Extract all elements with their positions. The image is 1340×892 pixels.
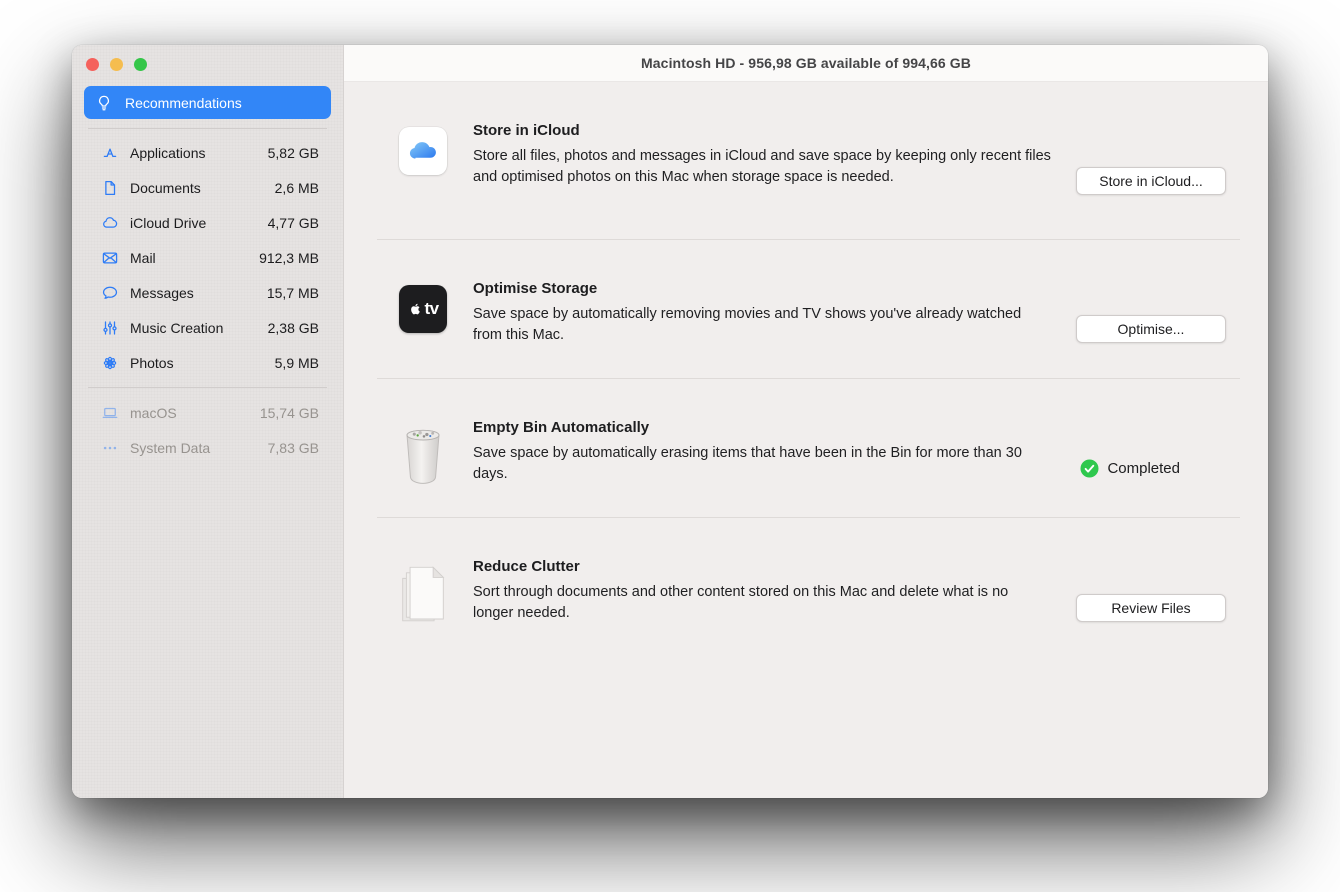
minimize-button[interactable] xyxy=(110,58,123,71)
section-title: Optimise Storage xyxy=(473,280,598,297)
sidebar-item-macos[interactable]: macOS 15,74 GB xyxy=(72,395,343,430)
sidebar-item-documents[interactable]: Documents 2,6 MB xyxy=(72,170,343,205)
section-title: Empty Bin Automatically xyxy=(473,419,650,436)
document-icon xyxy=(99,179,121,197)
sidebar-item-size: 2,38 GB xyxy=(267,319,319,336)
sidebar-item-system-data[interactable]: System Data 7,83 GB xyxy=(72,430,343,465)
laptop-icon xyxy=(99,404,121,422)
window-controls xyxy=(72,58,343,71)
sidebar-category-list: Applications 5,82 GB Documents 2,6 MB iCloud… xyxy=(72,135,343,380)
trash-full-icon xyxy=(399,424,447,486)
sidebar-item-size: 4,77 GB xyxy=(267,214,319,231)
sidebar-item-music-creation[interactable]: Music Creation 2,38 GB xyxy=(72,310,343,345)
sidebar-item-label: Music Creation xyxy=(130,319,224,336)
sidebar-item-size: 912,3 MB xyxy=(259,249,319,266)
section-text: Optimise Storage Save space by automatica… xyxy=(473,280,1051,345)
sidebar-item-label: Recommendations xyxy=(125,94,242,111)
section-text: Reduce Clutter Sort through documents and… xyxy=(473,558,1051,623)
sidebar-item-size: 15,74 GB xyxy=(259,404,319,421)
sidebar-item-mail[interactable]: Mail 912,3 MB xyxy=(72,240,343,275)
title-bar: Macintosh HD - 956,98 GB available of 99… xyxy=(344,45,1268,82)
section-description: Sort through documents and other content… xyxy=(473,584,1009,621)
sidebar-item-label: iCloud Drive xyxy=(130,214,207,231)
sidebar-item-label: macOS xyxy=(130,404,177,421)
zoom-button[interactable] xyxy=(134,58,147,71)
window-title: Macintosh HD - 956,98 GB available of 99… xyxy=(641,55,971,71)
section-description: Save space by automatically removing mov… xyxy=(473,306,1022,343)
optimise-button[interactable]: Optimise... xyxy=(1076,315,1226,343)
main-panel: Macintosh HD - 956,98 GB available of 99… xyxy=(344,45,1268,798)
sidebar-item-size: 15,7 MB xyxy=(266,284,319,301)
lightbulb-icon xyxy=(95,94,113,112)
sidebar-item-recommendations[interactable]: Recommendations xyxy=(84,86,331,119)
section-action: Store in iCloud... xyxy=(1076,166,1226,195)
cloud-icon xyxy=(99,214,121,232)
icloud-app-icon xyxy=(399,127,447,175)
section-description: Save space by automatically erasing item… xyxy=(473,445,1022,482)
section-optimise-storage: tv Optimise Storage Save space by automati… xyxy=(377,240,1240,379)
documents-stack-icon xyxy=(399,563,447,627)
section-action: Optimise... xyxy=(1076,315,1226,343)
store-in-icloud-button[interactable]: Store in iCloud... xyxy=(1076,166,1226,195)
section-description: Store all files, photos and messages in … xyxy=(473,148,1051,185)
section-text: Store in iCloud Store all files, photos a… xyxy=(473,122,1051,187)
mail-icon xyxy=(99,249,121,267)
faders-icon xyxy=(99,319,121,337)
sidebar-divider xyxy=(88,128,327,129)
appletv-app-icon: tv xyxy=(399,285,447,333)
section-empty-bin-automatically: Empty Bin Automatically Save space by aut… xyxy=(377,379,1240,518)
close-button[interactable] xyxy=(86,58,99,71)
section-title: Store in iCloud xyxy=(473,122,580,139)
photos-pinwheel-icon xyxy=(99,354,121,372)
section-text: Empty Bin Automatically Save space by aut… xyxy=(473,419,1051,484)
section-title: Reduce Clutter xyxy=(473,558,580,575)
sidebar-item-label: Messages xyxy=(130,284,194,301)
sidebar-item-label: Photos xyxy=(130,354,174,371)
ellipsis-icon xyxy=(99,439,121,457)
sidebar-item-messages[interactable]: Messages 15,7 MB xyxy=(72,275,343,310)
appstore-icon xyxy=(99,144,121,162)
recommendations-content: Store in iCloud Store all files, photos a… xyxy=(344,82,1268,798)
sidebar-item-size: 7,83 GB xyxy=(267,439,319,456)
section-action: Review Files xyxy=(1076,593,1226,622)
sidebar-item-applications[interactable]: Applications 5,82 GB xyxy=(72,135,343,170)
section-reduce-clutter: Reduce Clutter Sort through documents and… xyxy=(377,518,1240,657)
sidebar-item-label: Mail xyxy=(130,249,156,266)
sidebar-item-size: 5,82 GB xyxy=(267,144,319,161)
review-files-button[interactable]: Review Files xyxy=(1076,593,1226,622)
sidebar-item-label: System Data xyxy=(130,439,211,456)
check-circle-icon xyxy=(1080,459,1099,478)
sidebar-system-list: macOS 15,74 GB System Data 7,83 GB xyxy=(72,395,343,465)
status-label: Completed xyxy=(1107,459,1180,477)
section-store-in-icloud: Store in iCloud Store all files, photos a… xyxy=(377,82,1240,240)
sidebar-divider xyxy=(88,387,327,388)
section-action: Completed xyxy=(1080,459,1226,478)
sidebar-item-size: 2,6 MB xyxy=(274,179,319,196)
sidebar: Recommendations Applications 5,82 GB Docum… xyxy=(72,45,344,798)
storage-management-window: Recommendations Applications 5,82 GB Docum… xyxy=(72,45,1268,798)
sidebar-item-label: Applications xyxy=(130,144,206,161)
sidebar-item-size: 5,9 MB xyxy=(274,354,319,371)
sidebar-item-photos[interactable]: Photos 5,9 MB xyxy=(72,345,343,380)
sidebar-item-label: Documents xyxy=(130,179,201,196)
message-bubble-icon xyxy=(99,284,121,302)
sidebar-item-icloud-drive[interactable]: iCloud Drive 4,77 GB xyxy=(72,205,343,240)
completed-status-badge: Completed xyxy=(1080,459,1180,478)
